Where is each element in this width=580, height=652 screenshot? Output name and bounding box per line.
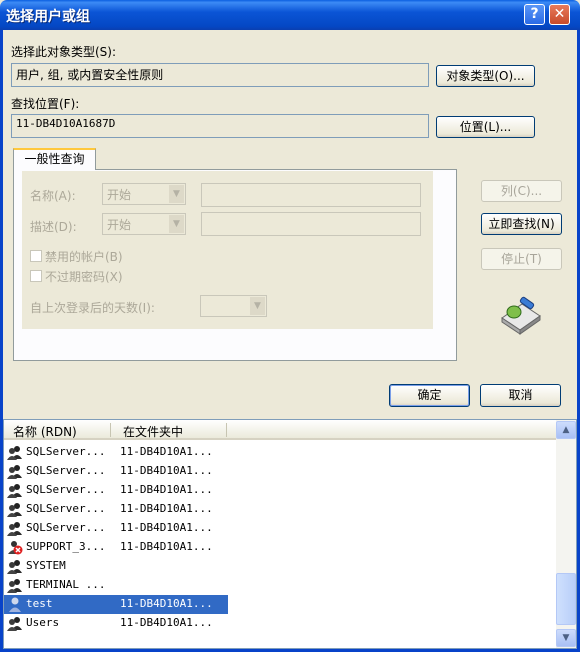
- chevron-down-icon: ▼: [169, 215, 184, 233]
- user-icon: [7, 597, 23, 612]
- result-name: SQLServer...: [26, 445, 106, 458]
- result-folder: 11-DB4D10A1...: [120, 483, 213, 496]
- group-icon: [7, 464, 23, 479]
- group-icon: [7, 616, 23, 631]
- group-icon: [7, 521, 23, 536]
- result-folder: 11-DB4D10A1...: [120, 597, 213, 610]
- days-since-login-label: 自上次登录后的天数(I):: [30, 301, 155, 315]
- window-title: 选择用户或组: [6, 9, 90, 25]
- chevron-down-icon: ▼: [250, 297, 265, 315]
- column-header-name[interactable]: 名称 (RDN): [13, 423, 77, 440]
- scroll-up-button[interactable]: ▲: [556, 421, 576, 439]
- description-match-value: 开始: [107, 218, 132, 232]
- description-label: 描述(D):: [30, 220, 77, 234]
- result-folder: 11-DB4D10A1...: [120, 540, 213, 553]
- column-divider[interactable]: [110, 423, 111, 437]
- disabled-accounts-checkbox[interactable]: [30, 250, 42, 262]
- column-header-folder[interactable]: 在文件夹中: [123, 423, 183, 440]
- result-row[interactable]: SYSTEM: [4, 557, 228, 576]
- description-match-select[interactable]: 开始 ▼: [102, 213, 186, 235]
- group-icon: [7, 483, 23, 498]
- group-icon: [7, 578, 23, 593]
- result-row[interactable]: SQLServer... 11-DB4D10A1...: [4, 500, 228, 519]
- result-name: SQLServer...: [26, 521, 106, 534]
- result-folder: 11-DB4D10A1...: [120, 521, 213, 534]
- stop-button[interactable]: 停止(T): [481, 248, 562, 270]
- cancel-button[interactable]: 取消: [480, 384, 561, 407]
- result-folder: 11-DB4D10A1...: [120, 502, 213, 515]
- disabled-accounts-label: 禁用的帐户(B): [45, 250, 123, 264]
- result-row[interactable]: test 11-DB4D10A1...: [4, 595, 228, 614]
- chevron-down-icon: ▼: [169, 185, 184, 203]
- location-label: 查找位置(F):: [11, 97, 80, 111]
- result-row[interactable]: SQLServer... 11-DB4D10A1...: [4, 462, 228, 481]
- result-name: TERMINAL ...: [26, 578, 106, 591]
- object-types-button[interactable]: 对象类型(O)...: [436, 65, 535, 87]
- result-row[interactable]: SQLServer... 11-DB4D10A1...: [4, 481, 228, 500]
- object-type-field: 用户, 组, 或内置安全性原则: [11, 63, 429, 87]
- result-folder: 11-DB4D10A1...: [120, 464, 213, 477]
- result-name: test: [26, 597, 53, 610]
- result-name: SUPPORT_3...: [26, 540, 106, 553]
- result-name: SYSTEM: [26, 559, 66, 572]
- result-name: Users: [26, 616, 60, 629]
- result-row[interactable]: TERMINAL ...: [4, 576, 228, 595]
- scroll-thumb[interactable]: [556, 573, 576, 625]
- result-name: SQLServer...: [26, 483, 106, 496]
- results-header: 名称 (RDN) 在文件夹中: [4, 420, 556, 440]
- vertical-scrollbar[interactable]: ▲ ▼: [556, 420, 576, 648]
- search-results-list[interactable]: 名称 (RDN) 在文件夹中 SQLServer... 11-DB4D10A1..…: [3, 419, 577, 649]
- column-divider[interactable]: [226, 423, 227, 437]
- search-flashlight-icon: [501, 296, 541, 335]
- name-match-select[interactable]: 开始 ▼: [102, 183, 186, 205]
- non-expiring-password-label: 不过期密码(X): [45, 270, 123, 284]
- result-name: SQLServer...: [26, 502, 106, 515]
- result-row[interactable]: SQLServer... 11-DB4D10A1...: [4, 443, 228, 462]
- name-label: 名称(A):: [30, 189, 76, 203]
- result-row[interactable]: SUPPORT_3... 11-DB4D10A1...: [4, 538, 228, 557]
- help-button[interactable]: ?: [524, 4, 545, 25]
- tab-common-queries[interactable]: 一般性查询: [13, 148, 96, 170]
- result-row[interactable]: Users 11-DB4D10A1...: [4, 614, 228, 633]
- days-since-login-select[interactable]: ▼: [200, 295, 267, 317]
- find-now-button[interactable]: 立即查找(N): [481, 213, 562, 235]
- location-field: 11-DB4D10A1687D: [11, 114, 429, 138]
- result-folder: 11-DB4D10A1...: [120, 616, 213, 629]
- group-icon: [7, 559, 23, 574]
- scroll-down-button[interactable]: ▼: [556, 629, 576, 647]
- group-icon: [7, 502, 23, 517]
- title-bar[interactable]: 选择用户或组 ? ✕: [0, 0, 580, 30]
- ok-button[interactable]: 确定: [389, 384, 470, 407]
- group-icon: [7, 445, 23, 460]
- non-expiring-password-checkbox[interactable]: [30, 270, 42, 282]
- description-input[interactable]: [201, 212, 421, 236]
- disabled-user-icon: [7, 540, 23, 555]
- result-row[interactable]: SQLServer... 11-DB4D10A1...: [4, 519, 228, 538]
- locations-button[interactable]: 位置(L)...: [436, 116, 535, 138]
- result-name: SQLServer...: [26, 464, 106, 477]
- columns-button[interactable]: 列(C)...: [481, 180, 562, 202]
- close-button[interactable]: ✕: [549, 4, 570, 25]
- name-input[interactable]: [201, 183, 421, 207]
- object-type-label: 选择此对象类型(S):: [11, 45, 117, 59]
- result-folder: 11-DB4D10A1...: [120, 445, 213, 458]
- name-match-value: 开始: [107, 188, 132, 202]
